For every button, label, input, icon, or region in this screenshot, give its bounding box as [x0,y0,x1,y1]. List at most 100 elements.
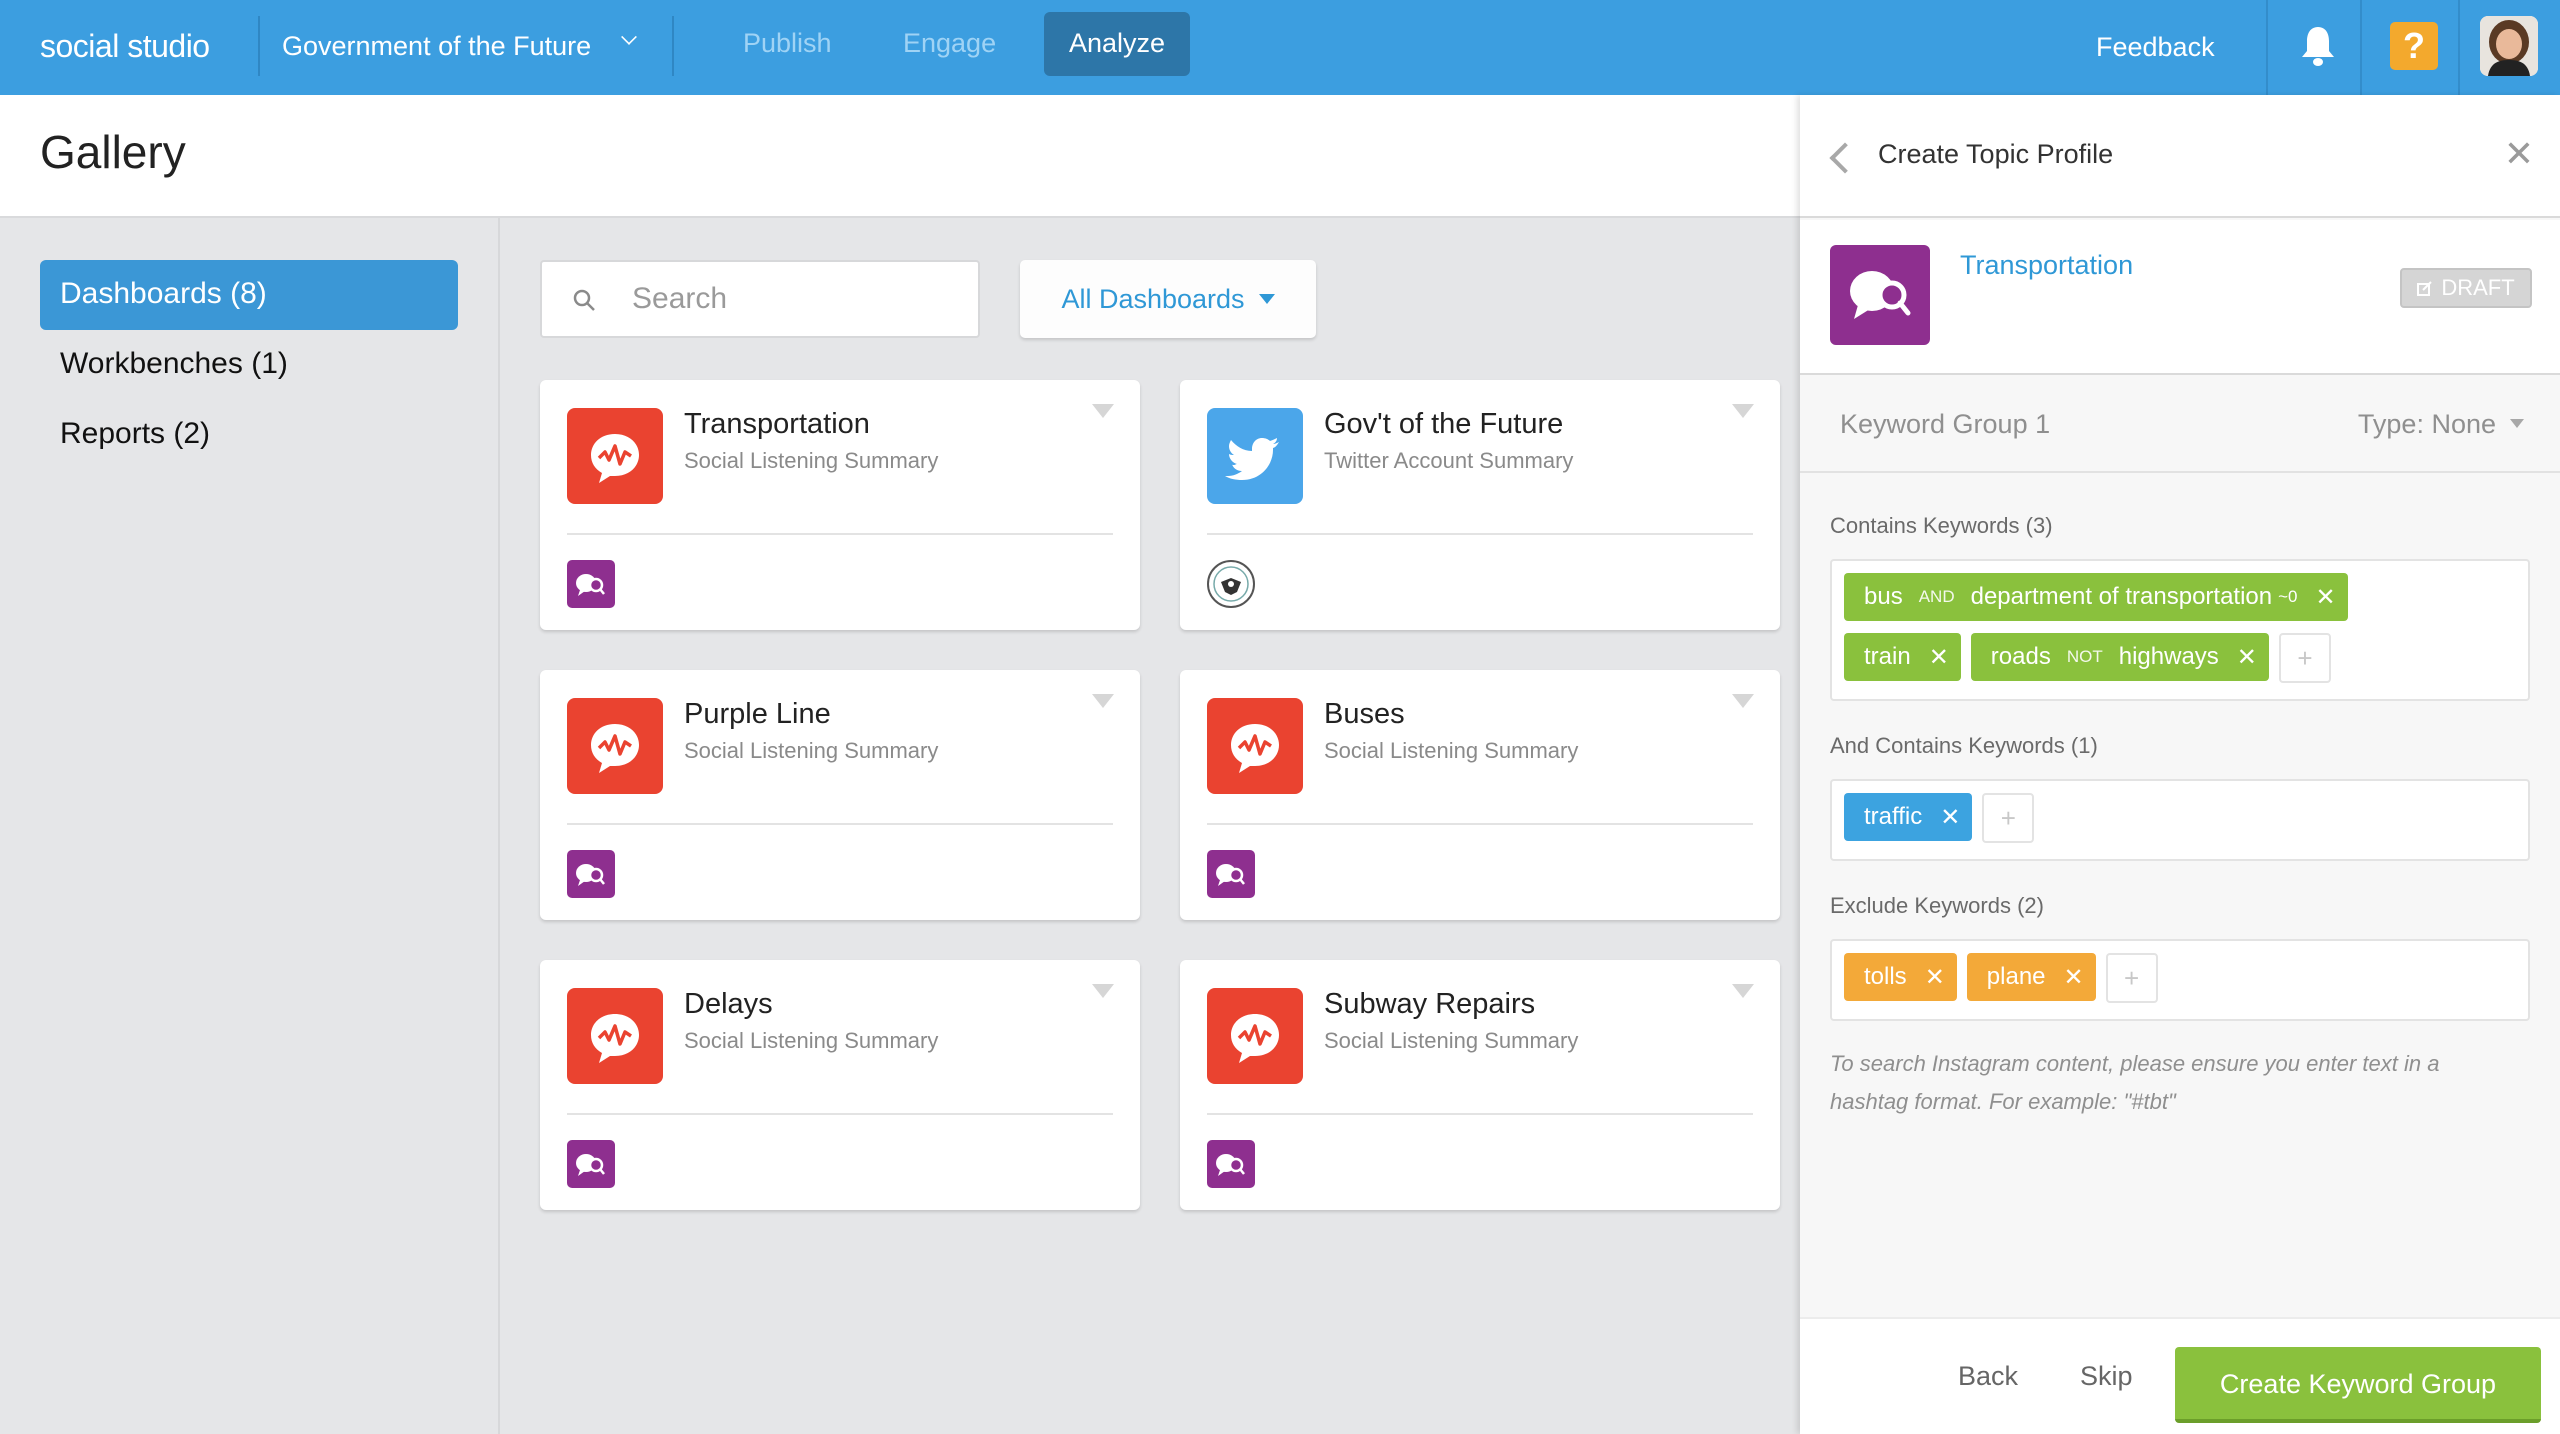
status-badge: DRAFT [2400,268,2532,308]
help-button[interactable]: ? [2390,22,2438,70]
sidebar-item-dashboards[interactable]: Dashboards (8) [40,260,458,330]
card-title: Gov't of the Future [1324,408,1564,440]
remove-keyword-icon[interactable]: ✕ [2316,583,2336,612]
dashboard-card[interactable]: Subway Repairs Social Listening Summary [1180,960,1780,1210]
keyword-chip[interactable]: plane ✕ [1966,953,2096,1001]
keyword-operator: AND [1918,587,1955,606]
keyword-chip[interactable]: train ✕ [1844,633,1961,681]
contains-keywords-box: bus AND department of transportation ~0 … [1830,559,2530,701]
twitter-icon [1207,408,1303,504]
keyword-proximity: ~0 [2278,587,2298,606]
keyword-term: tolls [1864,963,1907,990]
caret-down-icon [1258,293,1275,304]
search-icon [573,289,595,311]
contains-keywords-label: Contains Keywords (3) [1830,513,2053,538]
remove-keyword-icon[interactable]: ✕ [1940,803,1960,832]
keyword-chip[interactable]: bus AND department of transportation ~0 … [1844,573,2348,621]
card-subtitle: Social Listening Summary [684,448,939,473]
keyword-group-header: Keyword Group 1 Type: None [1800,377,2560,473]
sidebar-item-workbenches[interactable]: Workbenches (1) [40,330,458,400]
chevron-down-icon[interactable] [621,29,637,45]
workspace-selector[interactable]: Government of the Future [282,0,591,95]
divider [1207,1113,1753,1115]
topic-profile-icon[interactable] [567,850,615,898]
panel-title: Create Topic Profile [1878,139,2114,169]
and-contains-keywords-box: traffic ✕ + [1830,779,2530,861]
instagram-hint: To search Instagram content, please ensu… [1830,1051,2440,1114]
all-dashboards-dropdown[interactable]: All Dashboards [1020,260,1316,338]
panel-header: Create Topic Profile ✕ [1800,95,2560,218]
tab-analyze[interactable]: Analyze [1044,12,1191,76]
divider [567,1113,1113,1115]
dashboard-card[interactable]: Transportation Social Listening Summary [540,380,1140,630]
keyword-term: roads [1990,643,2051,670]
search-input[interactable] [632,262,962,336]
remove-keyword-icon[interactable]: ✕ [2064,963,2084,992]
keyword-operator: NOT [2066,647,2103,666]
keyword-term: highways [2118,643,2219,670]
divider [2458,0,2460,95]
card-menu-caret-icon[interactable] [1092,404,1114,418]
add-keyword-button[interactable]: + [2278,633,2331,683]
dashboard-card[interactable]: Buses Social Listening Summary [1180,670,1780,920]
keyword-term: bus [1864,583,1903,610]
card-subtitle: Social Listening Summary [684,738,939,763]
keyword-term: plane [1986,963,2046,990]
dashboard-card[interactable]: Gov't of the Future Twitter Account Summ… [1180,380,1780,630]
user-avatar[interactable] [2480,16,2538,76]
divider [567,823,1113,825]
card-menu-caret-icon[interactable] [1732,984,1754,998]
feedback-link[interactable]: Feedback [2096,0,2215,95]
back-button[interactable]: Back [1958,1361,2018,1392]
keyword-term: department of transportation [1970,583,2273,610]
type-dropdown[interactable]: Type: None [2358,409,2524,440]
search-box[interactable] [540,260,980,338]
tab-engage[interactable]: Engage [878,12,1021,76]
remove-keyword-icon[interactable]: ✕ [2237,643,2257,672]
card-title: Purple Line [684,698,831,730]
topic-profile-icon [1830,245,1930,345]
keyword-chip[interactable]: traffic ✕ [1844,793,1973,841]
create-keyword-group-button[interactable]: Create Keyword Group [2175,1347,2541,1423]
divider [258,16,260,76]
card-title: Transportation [684,408,870,440]
topic-profile-icon[interactable] [1207,1140,1255,1188]
card-title: Buses [1324,698,1405,730]
chevron-left-icon[interactable] [1829,142,1861,174]
card-subtitle: Social Listening Summary [1324,738,1579,763]
page-header: Gallery [0,95,1800,218]
divider [672,16,674,76]
close-icon[interactable]: ✕ [2504,133,2534,175]
skip-button[interactable]: Skip [2080,1361,2133,1392]
bell-icon[interactable] [2300,24,2336,68]
dashboard-card[interactable]: Purple Line Social Listening Summary [540,670,1140,920]
type-label: Type: None [2357,409,2496,439]
topic-profile-icon[interactable] [567,560,615,608]
app-logo[interactable]: social studio [40,0,210,95]
card-menu-caret-icon[interactable] [1732,404,1754,418]
add-keyword-button[interactable]: + [2105,953,2158,1003]
keyword-chip[interactable]: tolls ✕ [1844,953,1957,1001]
card-menu-caret-icon[interactable] [1092,694,1114,708]
profile-name-link[interactable]: Transportation [1960,250,2133,281]
remove-keyword-icon[interactable]: ✕ [1929,643,1949,672]
page-title: Gallery [40,126,186,178]
dashboard-card[interactable]: Delays Social Listening Summary [540,960,1140,1210]
topic-profile-icon[interactable] [1207,850,1255,898]
divider [567,533,1113,535]
card-menu-caret-icon[interactable] [1732,694,1754,708]
keyword-chip[interactable]: roads NOT highways ✕ [1970,633,2269,681]
top-nav-bar: social studio Government of the Future P… [0,0,2560,95]
remove-keyword-icon[interactable]: ✕ [1925,963,1945,992]
keyword-term: train [1864,643,1911,670]
sidebar: Dashboards (8) Workbenches (1) Reports (… [0,218,500,1434]
tab-publish[interactable]: Publish [718,12,857,76]
social-listening-icon [567,988,663,1084]
sidebar-item-reports[interactable]: Reports (2) [40,400,458,470]
add-keyword-button[interactable]: + [1982,793,2035,843]
caret-down-icon [2510,419,2524,429]
topic-profile-icon[interactable] [567,1140,615,1188]
status-text: DRAFT [2441,275,2515,300]
workspace-name: Government of the Future [282,31,592,61]
card-menu-caret-icon[interactable] [1092,984,1114,998]
